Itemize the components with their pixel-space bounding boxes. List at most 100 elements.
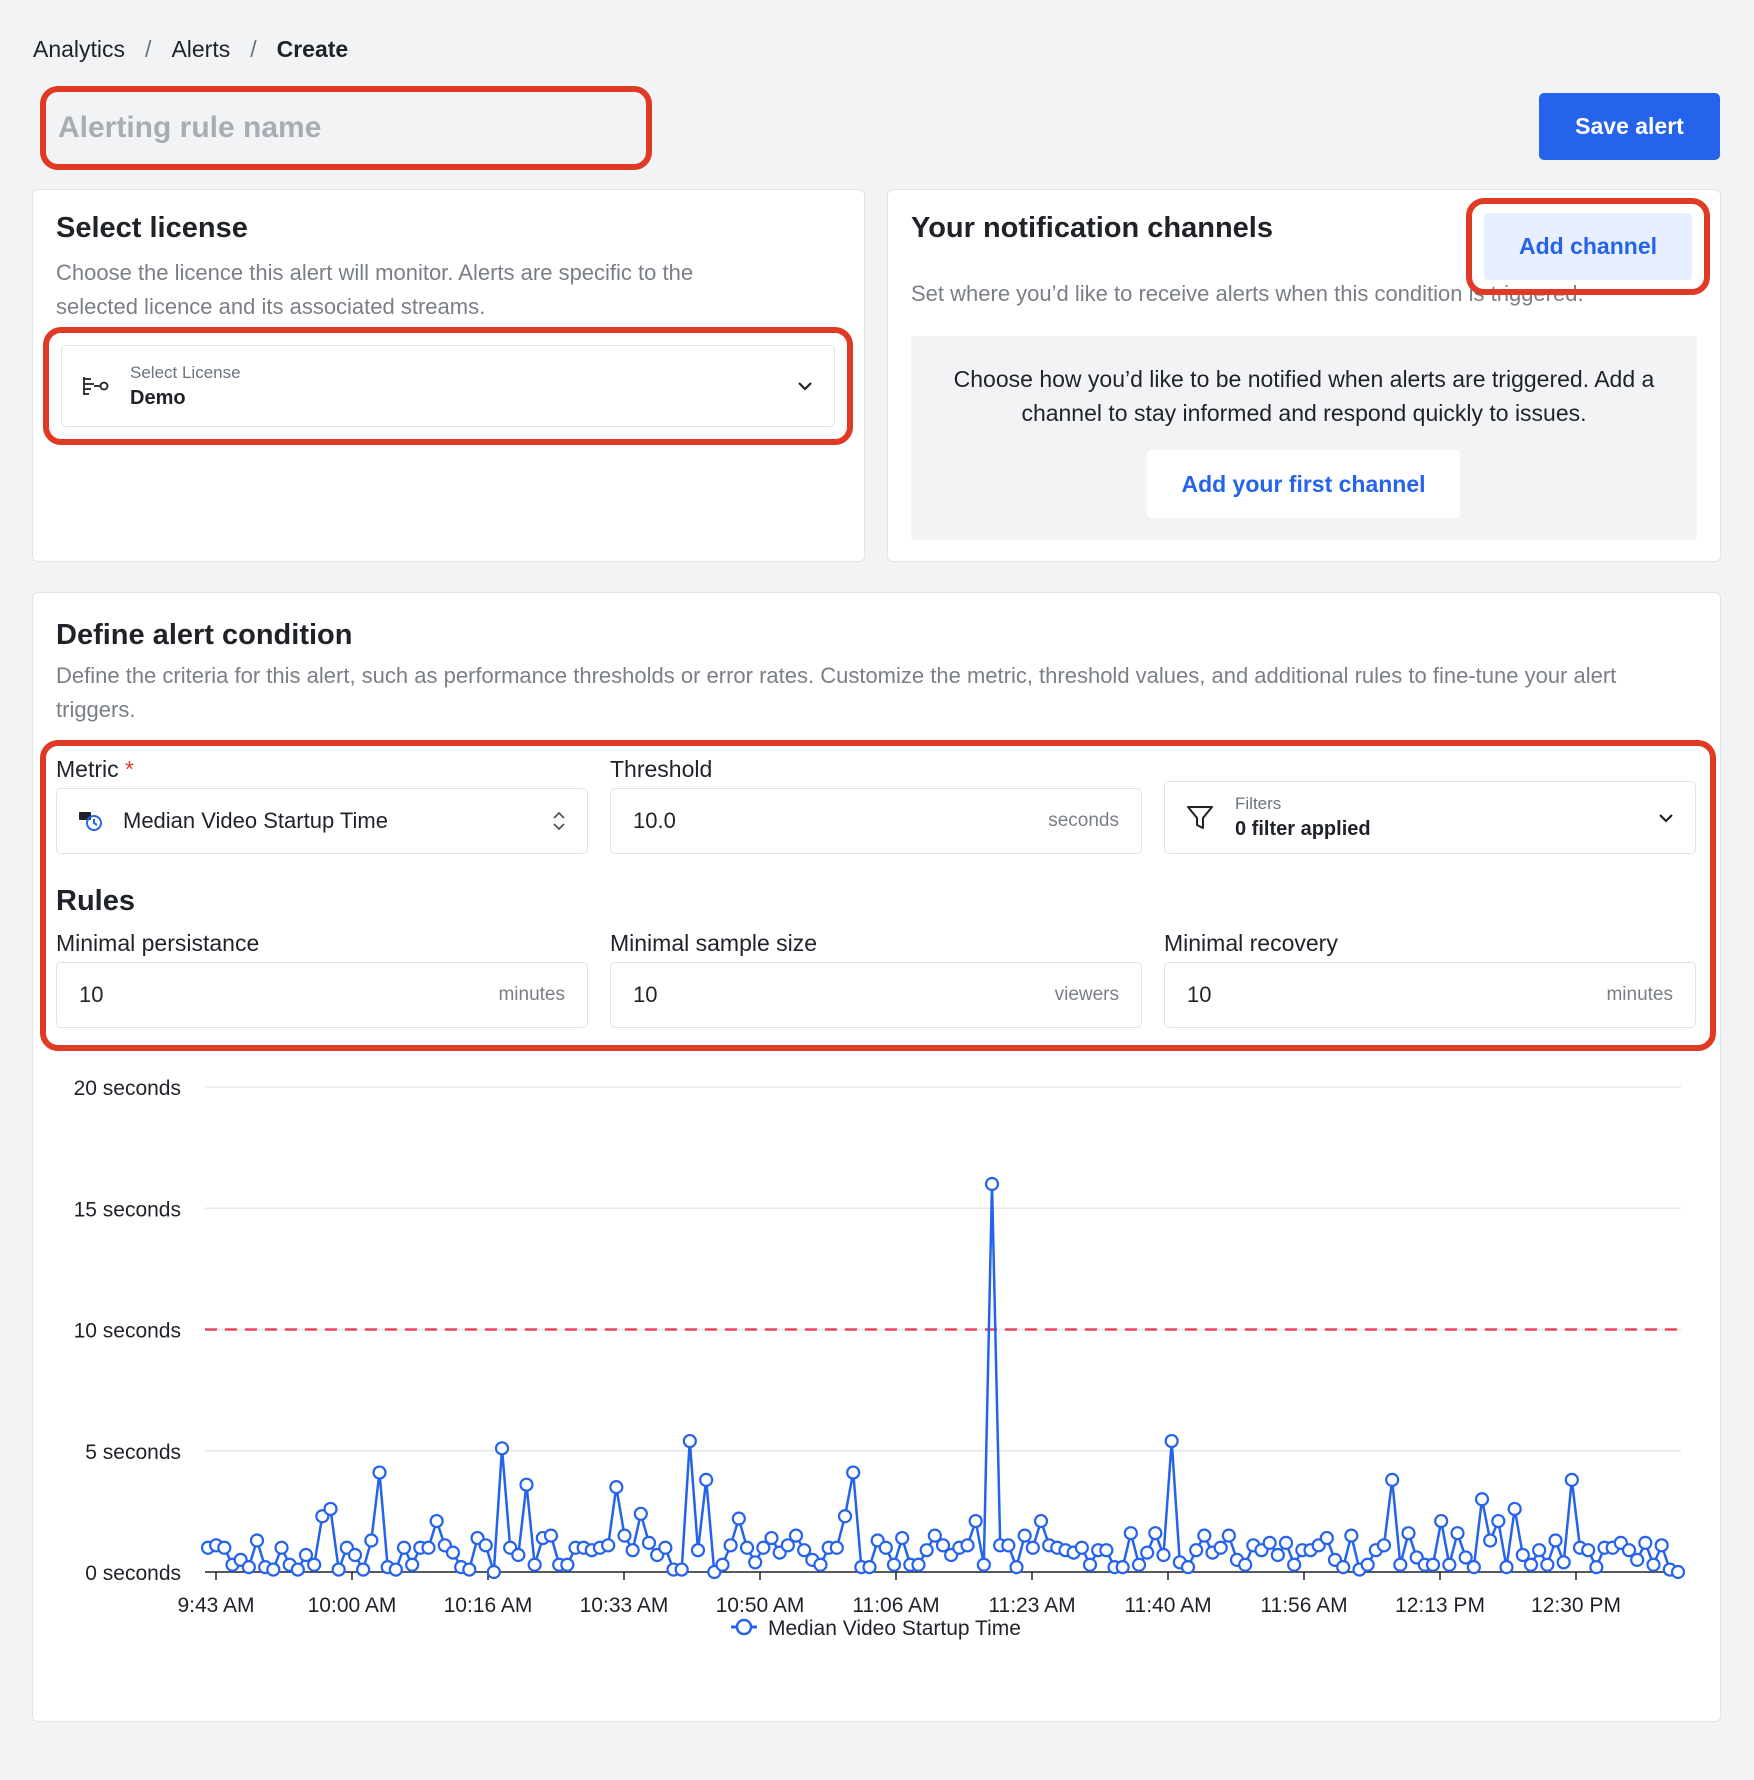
data-point [478, 1538, 493, 1553]
data-point [1336, 1560, 1351, 1575]
filter-icon [1187, 805, 1213, 829]
add-first-channel-button[interactable]: Add your first channel [1147, 450, 1460, 518]
x-tick-label: 11:23 AM [988, 1594, 1075, 1617]
sample-size-value: 10 [633, 982, 658, 1007]
data-point [388, 1562, 403, 1577]
y-tick-label: 20 seconds [74, 1077, 181, 1100]
data-point [601, 1538, 616, 1553]
breadcrumb-separator: / [250, 36, 257, 62]
data-point [748, 1555, 763, 1570]
data-point [886, 1557, 902, 1572]
data-point [1540, 1557, 1555, 1572]
data-point [1278, 1535, 1294, 1550]
data-point [1401, 1526, 1416, 1541]
data-point [486, 1564, 501, 1580]
data-point [396, 1540, 412, 1555]
breadcrumb-current: Create [276, 36, 349, 62]
data-point [1491, 1513, 1506, 1529]
data-point [1474, 1492, 1490, 1507]
data-point [1017, 1528, 1032, 1543]
data-point [690, 1543, 706, 1558]
filters-select[interactable]: Filters 0 filter applied [1164, 781, 1696, 854]
data-point [968, 1513, 983, 1529]
notification-title: Your notification channels [911, 212, 1273, 244]
data-point [1287, 1557, 1302, 1572]
data-point [976, 1557, 991, 1572]
condition-title: Define alert condition [56, 619, 353, 651]
metric-select[interactable]: Median Video Startup Time [56, 788, 588, 854]
license-select-label: Select License [130, 362, 241, 382]
data-point [1556, 1555, 1571, 1570]
data-point [1507, 1501, 1522, 1517]
breadcrumb: Analytics / Alerts / Create [33, 36, 348, 63]
data-point [1589, 1560, 1604, 1575]
data-point [609, 1480, 624, 1495]
legend-marker [735, 1618, 753, 1636]
data-point [739, 1540, 755, 1555]
x-tick-label: 10:16 AM [444, 1594, 533, 1617]
data-point [788, 1528, 804, 1543]
x-tick-label: 12:30 PM [1531, 1594, 1621, 1617]
filters-label: Filters [1235, 794, 1282, 813]
data-point [1564, 1472, 1579, 1487]
persistence-input[interactable]: 10 minutes [56, 962, 588, 1028]
data-point [429, 1513, 444, 1529]
filters-value: 0 filter applied [1235, 818, 1371, 840]
license-description: Choose the licence this alert will monit… [56, 260, 694, 319]
metric-value: Median Video Startup Time [123, 808, 388, 833]
data-point [1483, 1533, 1498, 1548]
data-point [1450, 1526, 1465, 1541]
data-point [331, 1562, 346, 1577]
data-point [1115, 1560, 1130, 1575]
persistence-label: Minimal persistance [56, 930, 260, 956]
license-select[interactable]: Select License Demo [61, 345, 835, 427]
data-point [1466, 1560, 1481, 1575]
data-point [241, 1560, 256, 1575]
add-channel-button[interactable]: Add channel [1484, 213, 1692, 280]
data-point [1581, 1543, 1596, 1558]
y-tick-label: 15 seconds [74, 1198, 181, 1221]
data-point [560, 1557, 575, 1572]
breadcrumb-alerts[interactable]: Alerts [171, 36, 230, 63]
license-card: Select license Choose the licence this a… [32, 189, 865, 562]
metric-label: Metric * [56, 756, 134, 783]
recovery-label: Minimal recovery [1164, 930, 1338, 956]
recovery-unit: minutes [1606, 984, 1673, 1005]
data-point [1213, 1540, 1228, 1555]
data-point [1099, 1543, 1114, 1558]
sample-size-label: Minimal sample size [610, 930, 818, 956]
data-point [617, 1528, 632, 1543]
license-title: Select license [56, 212, 248, 244]
notification-empty-state: Choose how you’d like to be notified whe… [911, 336, 1697, 540]
data-point [682, 1433, 697, 1449]
data-point [1646, 1557, 1661, 1572]
updown-chevron-icon [553, 811, 565, 831]
breadcrumb-analytics[interactable]: Analytics [33, 36, 125, 63]
save-alert-button[interactable]: Save alert [1539, 93, 1720, 160]
data-point [527, 1557, 542, 1572]
data-point [1009, 1560, 1024, 1575]
data-point [715, 1557, 730, 1572]
sample-size-input[interactable]: 10 viewers [610, 962, 1142, 1028]
data-point [1548, 1533, 1563, 1548]
startup-time-chart: 0 seconds 5 seconds 10 seconds 15 seconds 20… [74, 1077, 1686, 1640]
recovery-input[interactable]: 10 minutes [1164, 962, 1696, 1028]
data-point [1270, 1547, 1285, 1563]
rule-name-input[interactable] [58, 111, 634, 145]
data-point [1074, 1540, 1089, 1555]
data-point [625, 1543, 640, 1558]
persistence-value: 10 [79, 982, 104, 1007]
data-point [511, 1547, 526, 1563]
series-line [207, 1182, 1679, 1574]
rules-title: Rules [56, 885, 135, 917]
data-point [895, 1530, 910, 1546]
data-point [445, 1545, 461, 1560]
threshold-input[interactable]: 10.0 seconds [610, 788, 1142, 854]
data-point [837, 1509, 853, 1524]
data-point [462, 1562, 477, 1577]
data-point [658, 1540, 673, 1555]
data-point [1499, 1560, 1514, 1575]
data-point [674, 1562, 689, 1577]
data-point [307, 1557, 322, 1572]
x-tick-label: 10:00 AM [308, 1594, 397, 1617]
